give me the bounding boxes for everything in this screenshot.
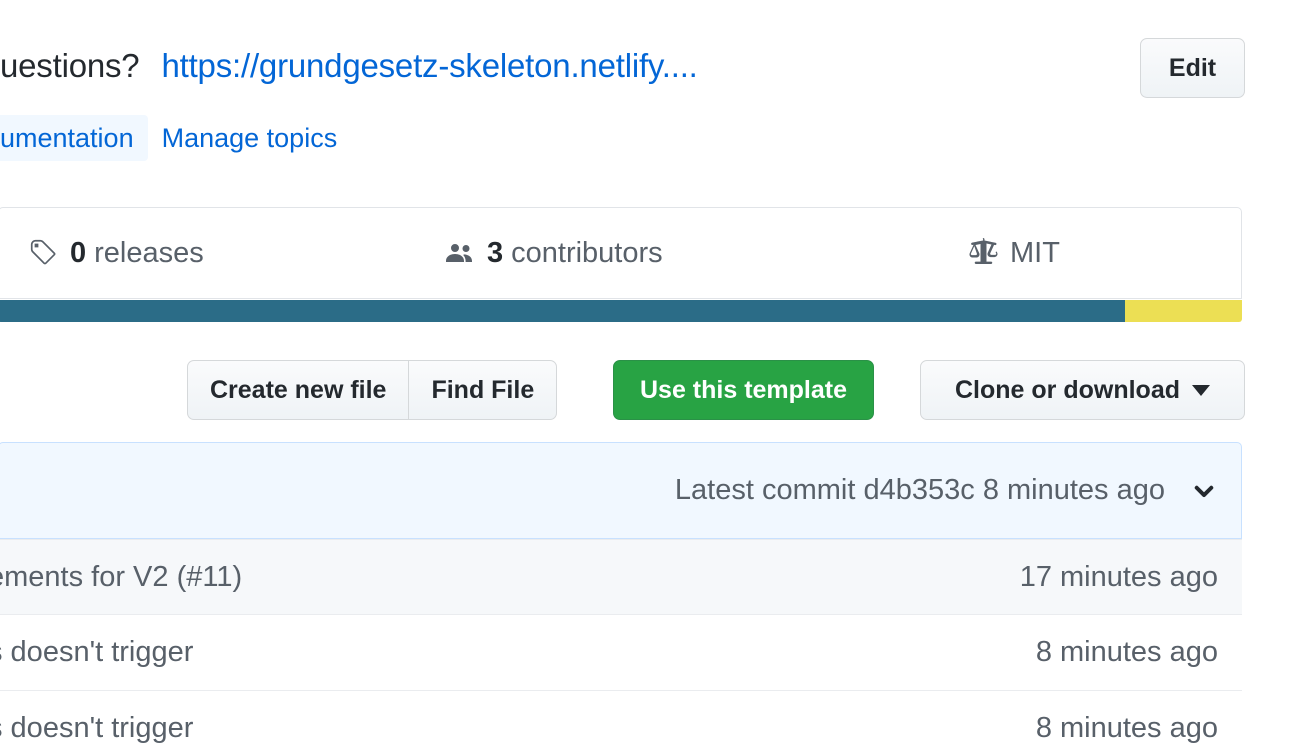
topics-row: umentation Manage topics <box>0 114 337 162</box>
language-bar <box>0 300 1242 322</box>
create-new-file-button[interactable]: Create new file <box>187 360 408 420</box>
use-this-template-button[interactable]: Use this template <box>613 360 874 420</box>
scales-icon <box>967 237 999 269</box>
repository-stats-bar: 0 releases 3 contributors MIT <box>0 207 1242 299</box>
manage-topics-link[interactable]: Manage topics <box>162 123 338 154</box>
clone-or-download-button[interactable]: Clone or download <box>920 360 1245 420</box>
find-file-button[interactable]: Find File <box>408 360 557 420</box>
file-row: s doesn't trigger 8 minutes ago <box>0 615 1242 691</box>
clone-or-download-label: Clone or download <box>955 376 1180 405</box>
edit-button[interactable]: Edit <box>1140 38 1245 98</box>
latest-commit-age: 8 minutes ago <box>983 474 1165 506</box>
license-label: MIT <box>1010 237 1060 270</box>
releases-stat[interactable]: 0 releases <box>29 237 204 270</box>
file-commit-message[interactable]: s doesn't trigger <box>0 712 193 745</box>
tag-icon <box>29 238 59 268</box>
file-row: s doesn't trigger 8 minutes ago <box>0 691 1242 752</box>
language-segment-secondary[interactable] <box>1125 300 1242 322</box>
contributors-count: 3 <box>487 237 503 270</box>
file-commit-age: 8 minutes ago <box>1036 636 1218 669</box>
repository-page: uestions? https://grundgesetz-skeleton.n… <box>0 0 1290 752</box>
releases-count: 0 <box>70 237 86 270</box>
language-segment-primary[interactable] <box>0 300 1125 322</box>
repository-description-row: uestions? https://grundgesetz-skeleton.n… <box>0 36 1130 96</box>
contributors-label: contributors <box>511 237 663 270</box>
file-commit-message[interactable]: ements for V2 (#11) <box>0 561 242 594</box>
repository-description: uestions? <box>0 47 139 85</box>
latest-commit-prefix: Latest commit <box>675 474 856 506</box>
file-commit-age: 17 minutes ago <box>1020 561 1218 594</box>
releases-label: releases <box>94 237 204 270</box>
contributors-stat[interactable]: 3 contributors <box>444 237 663 270</box>
file-action-button-group: Create new file Find File <box>187 360 557 420</box>
file-list: ements for V2 (#11) 17 minutes ago s doesn… <box>0 539 1242 752</box>
latest-commit-sha[interactable]: d4b353c <box>863 474 974 506</box>
file-row: ements for V2 (#11) 17 minutes ago <box>0 539 1242 615</box>
latest-commit-bar: Latest commit d4b353c 8 minutes ago <box>0 442 1242 539</box>
latest-commit-text: Latest commit d4b353c 8 minutes ago <box>675 474 1165 507</box>
file-commit-message[interactable]: s doesn't trigger <box>0 636 193 669</box>
license-stat[interactable]: MIT <box>967 237 1060 270</box>
caret-down-icon <box>1192 385 1210 396</box>
people-icon <box>444 237 476 269</box>
repository-website-link[interactable]: https://grundgesetz-skeleton.netlify.... <box>161 47 697 85</box>
chevron-down-icon[interactable] <box>1191 478 1217 504</box>
topic-chip-documentation[interactable]: umentation <box>0 115 148 161</box>
file-commit-age: 8 minutes ago <box>1036 712 1218 745</box>
